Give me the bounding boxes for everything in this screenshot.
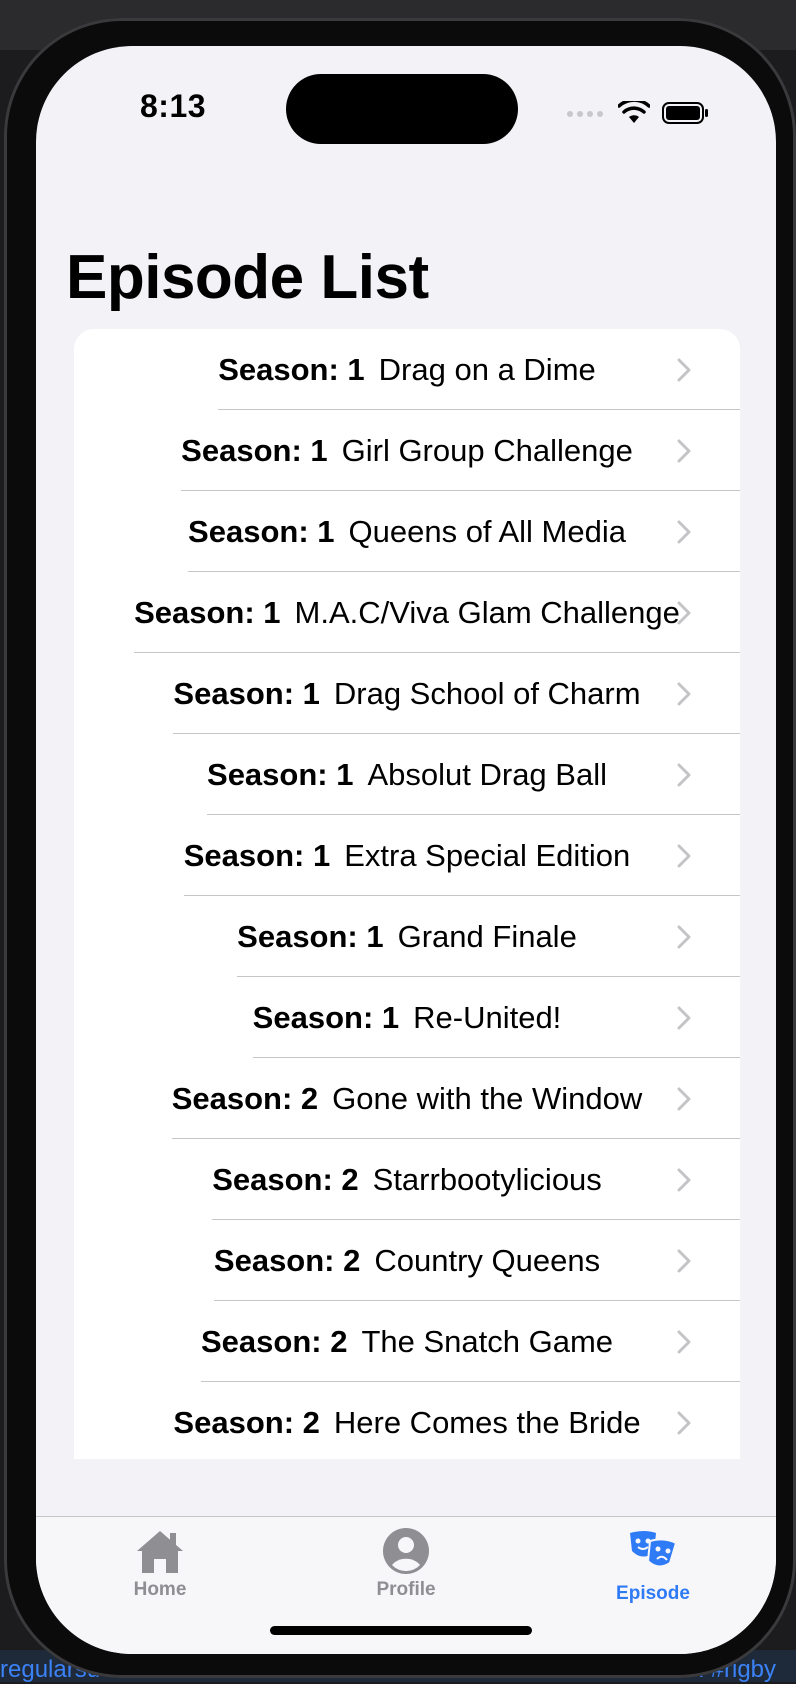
tab-profile-label: Profile xyxy=(376,1579,436,1600)
chevron-right-icon xyxy=(672,491,696,572)
episode-title: Queens of All Media xyxy=(348,513,626,549)
chevron-right-icon xyxy=(672,734,696,815)
tab-episode[interactable]: Episode xyxy=(573,1527,733,1605)
episode-title: Drag on a Dime xyxy=(378,351,596,387)
tab-home[interactable]: Home xyxy=(80,1527,240,1601)
episode-season: Season: 1 xyxy=(183,837,331,873)
episode-season: Season: 2 xyxy=(173,1404,320,1440)
episode-title: Re-United! xyxy=(413,999,562,1035)
episode-list: Season: 1 Drag on a Dime Season: 1 Girl Gro… xyxy=(74,329,740,1459)
chevron-right-icon xyxy=(672,1382,696,1459)
phone-frame: 8:13 Episode List Season: 1 Drag on a Dim… xyxy=(4,18,796,1678)
chevron-right-icon xyxy=(672,329,696,410)
status-icons xyxy=(566,98,710,128)
episode-row[interactable]: Season: 2 Country Queens xyxy=(74,1220,740,1301)
episode-title: M.A.C/Viva Glam Challenge xyxy=(294,594,680,630)
episode-season: Season: 1 xyxy=(181,432,328,468)
episode-season: Season: 1 xyxy=(188,513,335,549)
chevron-right-icon xyxy=(672,1301,696,1382)
episode-row[interactable]: Season: 1 Drag School of Charm xyxy=(74,653,740,734)
episode-row-content: Season: 2 Starrbootylicious xyxy=(212,1162,602,1198)
episode-row[interactable]: Season: 1 Re-United! xyxy=(74,977,740,1058)
episode-season: Season: 1 xyxy=(218,351,365,387)
cellular-signal-icon xyxy=(567,111,603,117)
episode-season: Season: 2 xyxy=(213,1242,361,1278)
episode-row[interactable]: Season: 1 Girl Group Challenge xyxy=(74,410,740,491)
episode-season: Season: 2 xyxy=(200,1323,348,1359)
episode-row-content: Season: 1 Re-United! xyxy=(253,1000,562,1036)
episode-row[interactable]: Season: 2 Starrbootylicious xyxy=(74,1139,740,1220)
episode-title: Starrbootylicious xyxy=(372,1161,602,1197)
episode-row[interactable]: Season: 2 Here Comes the Bride xyxy=(74,1382,740,1459)
episode-season: Season: 1 xyxy=(173,675,320,711)
chevron-right-icon xyxy=(672,1220,696,1301)
episode-title: Drag School of Charm xyxy=(333,675,641,711)
episode-row[interactable]: Season: 1 Extra Special Edition xyxy=(74,815,740,896)
chevron-right-icon xyxy=(672,896,696,977)
episode-season: Season: 1 xyxy=(207,756,354,792)
chevron-right-icon xyxy=(672,1139,696,1220)
chevron-right-icon xyxy=(672,410,696,491)
episode-title: Here Comes the Bride xyxy=(333,1404,641,1440)
episode-season: Season: 1 xyxy=(237,918,384,954)
chevron-right-icon xyxy=(672,1058,696,1139)
episode-row-content: Season: 1 Girl Group Challenge xyxy=(181,433,633,469)
tab-home-label: Home xyxy=(133,1579,187,1600)
dynamic-island xyxy=(286,74,518,144)
episode-row[interactable]: Season: 1 M.A.C/Viva Glam Challenge xyxy=(74,572,740,653)
episode-row[interactable]: Season: 1 Queens of All Media xyxy=(74,491,740,572)
episode-title: Extra Special Edition xyxy=(344,837,631,873)
page-title: Episode List xyxy=(66,243,429,312)
chevron-right-icon xyxy=(672,653,696,734)
tab-episode-label: Episode xyxy=(616,1583,690,1604)
episode-row-content: Season: 1 Grand Finale xyxy=(237,919,577,955)
house-icon xyxy=(137,1531,183,1573)
episode-row-content: Season: 1 Drag School of Charm xyxy=(173,676,640,712)
person-circle-icon xyxy=(383,1528,429,1574)
episode-row-content: Season: 1 Absolut Drag Ball xyxy=(207,757,607,793)
episode-title: Girl Group Challenge xyxy=(341,432,633,468)
wifi-icon xyxy=(618,101,650,123)
episode-row-content: Season: 1 Queens of All Media xyxy=(188,514,626,550)
episode-row[interactable]: Season: 2 The Snatch Game xyxy=(74,1301,740,1382)
episode-title: Gone with the Window xyxy=(332,1080,643,1116)
episode-title: Absolut Drag Ball xyxy=(367,756,607,792)
episode-title: Country Queens xyxy=(374,1242,601,1278)
episode-row-content: Season: 1 Extra Special Edition xyxy=(184,838,631,874)
chevron-right-icon xyxy=(672,977,696,1058)
chevron-right-icon xyxy=(672,815,696,896)
episode-season: Season: 1 xyxy=(134,594,281,630)
chevron-right-icon xyxy=(672,572,696,653)
episode-season: Season: 1 xyxy=(252,999,400,1035)
tab-profile[interactable]: Profile xyxy=(326,1527,486,1601)
episode-row-content: Season: 1 M.A.C/Viva Glam Challenge xyxy=(134,595,680,631)
episode-title: The Snatch Game xyxy=(361,1323,614,1359)
episode-row-content: Season: 2 Here Comes the Bride xyxy=(173,1405,640,1441)
episode-row-content: Season: 1 Drag on a Dime xyxy=(218,352,596,388)
episode-row-content: Season: 2 Gone with the Window xyxy=(172,1081,643,1117)
episode-row[interactable]: Season: 1 Grand Finale xyxy=(74,896,740,977)
episode-row[interactable]: Season: 1 Drag on a Dime xyxy=(74,329,740,410)
episode-season: Season: 2 xyxy=(212,1161,359,1197)
episode-row[interactable]: Season: 1 Absolut Drag Ball xyxy=(74,734,740,815)
episode-title: Grand Finale xyxy=(397,918,577,954)
status-time: 8:13 xyxy=(140,88,207,124)
battery-icon xyxy=(662,102,708,124)
phone-screen: 8:13 Episode List Season: 1 Drag on a Dim… xyxy=(36,46,776,1654)
episode-season: Season: 2 xyxy=(171,1080,319,1116)
episode-row[interactable]: Season: 2 Gone with the Window xyxy=(74,1058,740,1139)
episode-row-content: Season: 2 The Snatch Game xyxy=(201,1324,613,1360)
home-indicator xyxy=(270,1626,532,1635)
episode-row-content: Season: 2 Country Queens xyxy=(214,1243,600,1279)
theater-masks-icon xyxy=(630,1531,678,1568)
